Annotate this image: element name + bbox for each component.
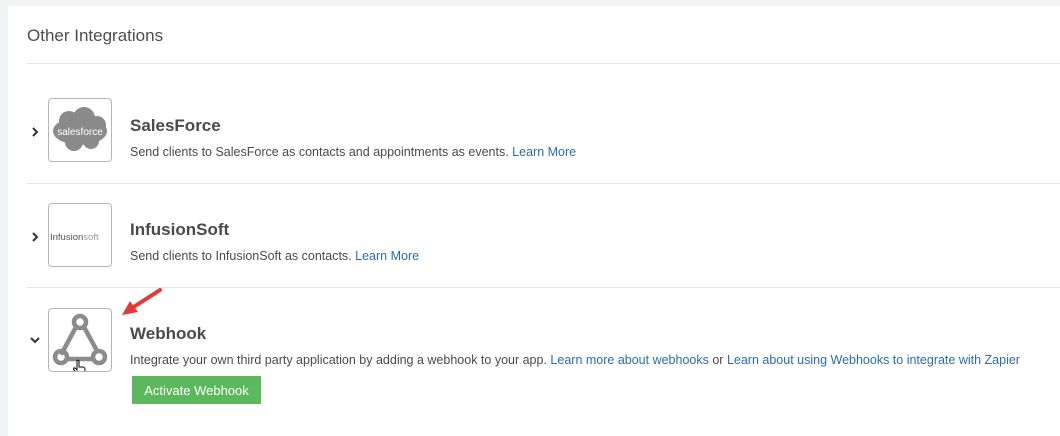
description-text: Send clients to InfusionSoft as contacts…: [130, 249, 352, 263]
section-title: Other Integrations: [27, 26, 164, 45]
activate-webhook-button[interactable]: Activate Webhook: [132, 376, 261, 404]
webhook-icon: [52, 313, 108, 371]
description-text: Integrate your own third party applicati…: [130, 353, 547, 367]
svg-text:Infusionsoft: Infusionsoft: [50, 232, 99, 243]
learn-more-link[interactable]: Learn More: [355, 249, 419, 263]
divider: [26, 183, 1060, 184]
webhook-logo[interactable]: [48, 308, 112, 372]
zapier-webhooks-link[interactable]: Learn about using Webhooks to integrate …: [727, 353, 1020, 367]
or-text: or: [712, 353, 724, 367]
red-arrow-icon: [122, 288, 162, 315]
divider: [26, 63, 1060, 64]
hand-cursor-icon: [73, 359, 86, 371]
chevron-right-icon[interactable]: [30, 127, 40, 137]
integration-description: Integrate your own third party applicati…: [130, 353, 1020, 367]
divider: [26, 287, 1060, 288]
description-text: Send clients to SalesForce as contacts a…: [130, 145, 509, 159]
learn-more-link[interactable]: Learn More: [512, 145, 576, 159]
learn-more-webhooks-link[interactable]: Learn more about webhooks: [550, 353, 708, 367]
chevron-down-icon[interactable]: [30, 335, 40, 345]
infusionsoft-logo: Infusionsoft: [48, 203, 112, 267]
svg-text:salesforce: salesforce: [57, 127, 103, 138]
chevron-right-icon[interactable]: [30, 232, 40, 242]
integrations-panel: Other Integrations salesforce SalesForce…: [8, 6, 1060, 436]
integration-description: Send clients to SalesForce as contacts a…: [130, 145, 576, 159]
salesforce-logo: salesforce: [48, 98, 112, 162]
integration-title: Webhook: [130, 324, 207, 343]
integration-title: InfusionSoft: [130, 220, 230, 239]
integration-description: Send clients to InfusionSoft as contacts…: [130, 249, 419, 263]
integration-title: SalesForce: [130, 116, 221, 135]
